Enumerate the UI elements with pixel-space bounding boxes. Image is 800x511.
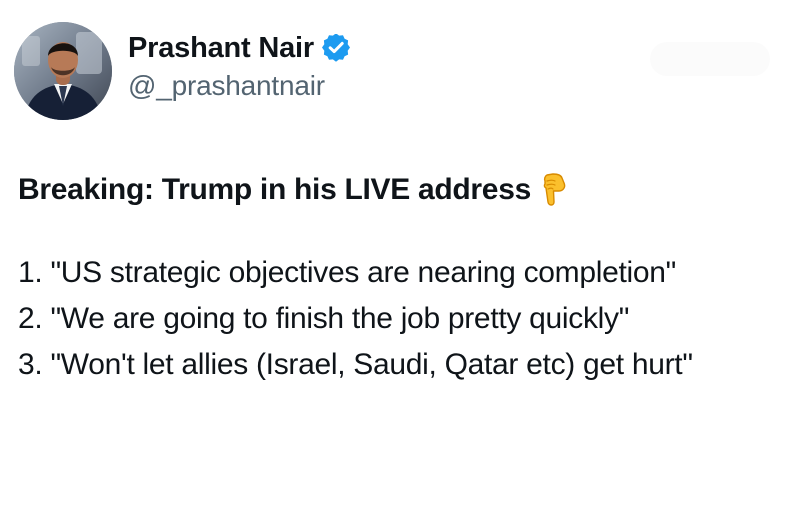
- tweet-point-1: 1. "US strategic objectives are nearing …: [18, 256, 677, 289]
- avatar[interactable]: [14, 22, 112, 120]
- backhand-index-pointing-down-icon: [539, 171, 569, 209]
- tweet-point-3: 3. "Won't let allies (Israel, Saudi, Qat…: [18, 348, 693, 381]
- tweet-body: Breaking: Trump in his LIVE address 1. "…: [18, 166, 788, 388]
- tweet-point-2: 2. "We are going to finish the job prett…: [18, 302, 630, 335]
- author-display-name[interactable]: Prashant Nair: [128, 32, 314, 65]
- author-handle[interactable]: @_prashantnair: [128, 70, 350, 102]
- tweet-card: Prashant Nair @_prashantnair Breaking: T…: [0, 0, 800, 511]
- author-name-row: Prashant Nair: [128, 30, 350, 66]
- verified-badge-icon: [321, 33, 350, 62]
- faded-follow-button[interactable]: [650, 42, 770, 76]
- tweet-author: Prashant Nair @_prashantnair: [128, 30, 350, 102]
- tweet-points-list: 1. "US strategic objectives are nearing …: [18, 250, 788, 388]
- tweet-headline-row: Breaking: Trump in his LIVE address: [18, 166, 788, 214]
- profile-photo: [14, 22, 112, 120]
- tweet-headline: Breaking: Trump in his LIVE address: [18, 173, 531, 206]
